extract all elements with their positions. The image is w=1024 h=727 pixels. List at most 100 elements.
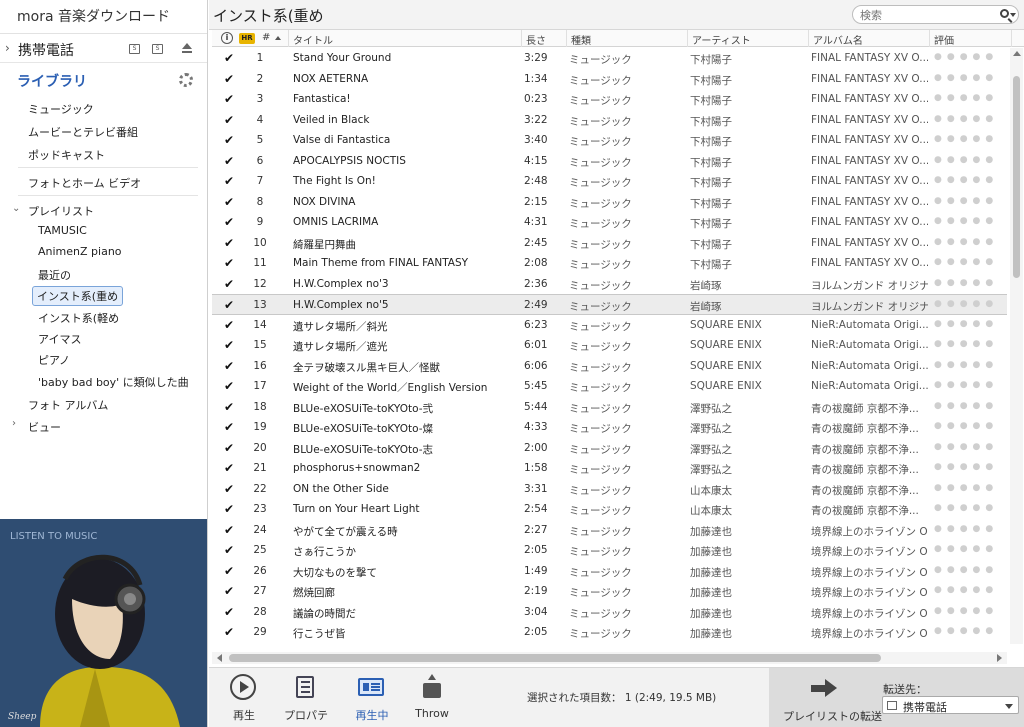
rating-stars[interactable]: ●●●●●	[934, 606, 1004, 616]
playlist-similar[interactable]: 'baby bad boy' に類似した曲	[38, 374, 189, 390]
table-row[interactable]: ✔ 11 Main Theme from FINAL FANTASY 2:08 ミュージ…	[212, 253, 1007, 274]
sync-icon[interactable]: S	[129, 44, 140, 54]
rating-stars[interactable]: ●●●●●	[934, 216, 1004, 226]
chevron-down-icon[interactable]	[1010, 13, 1016, 17]
scrollbar-thumb[interactable]	[1013, 76, 1020, 278]
rating-stars[interactable]: ●●●●●	[934, 421, 1004, 431]
table-row[interactable]: ✔ 1 Stand Your Ground 3:29 ミュージック 下村陽子 FINAL F…	[212, 48, 1007, 69]
rating-stars[interactable]: ●●●●●	[934, 585, 1004, 595]
rating-stars[interactable]: ●●●●●	[934, 544, 1004, 554]
table-row[interactable]: ✔ 18 BLUe-eXOSUiTe-toKYOto-弐 5:44 ミュージック 澤野弘之…	[212, 397, 1007, 418]
playlist-animenz-piano[interactable]: AnimenZ piano	[38, 245, 122, 258]
row-checkbox[interactable]: ✔	[224, 543, 234, 557]
table-row[interactable]: ✔ 29 行こうぜ皆 2:05 ミュージック 加藤達也 境界線上のホライゾン O... ●●●…	[212, 622, 1007, 643]
rating-stars[interactable]: ●●●●●	[934, 524, 1004, 534]
table-row[interactable]: ✔ 13 H.W.Complex no'5 2:49 ミュージック 岩崎琢 ヨルムンガンド …	[212, 294, 1007, 315]
row-checkbox[interactable]: ✔	[224, 420, 234, 434]
row-checkbox[interactable]: ✔	[224, 51, 234, 65]
row-checkbox[interactable]: ✔	[224, 277, 234, 291]
rating-stars[interactable]: ●●●●●	[934, 565, 1004, 575]
info-icon[interactable]: i	[221, 32, 233, 44]
rating-stars[interactable]: ●●●●●	[934, 442, 1004, 452]
table-row[interactable]: ✔ 23 Turn on Your Heart Light 2:54 ミュージック 山本康…	[212, 499, 1007, 520]
now-playing-button[interactable]: 再生中	[352, 668, 392, 727]
rating-stars[interactable]: ●●●●●	[934, 380, 1004, 390]
rating-stars[interactable]: ●●●●●	[934, 175, 1004, 185]
table-row[interactable]: ✔ 9 OMNIS LACRIMA 4:31 ミュージック 下村陽子 FINAL FANTA…	[212, 212, 1007, 233]
chevron-right-icon[interactable]: ›	[12, 418, 16, 429]
rating-stars[interactable]: ●●●●●	[934, 114, 1004, 124]
row-checkbox[interactable]: ✔	[224, 605, 234, 619]
hr-badge-icon[interactable]: HR	[239, 33, 255, 44]
rating-stars[interactable]: ●●●●●	[934, 339, 1004, 349]
table-row[interactable]: ✔ 17 Weight of the World／English Version 5:…	[212, 376, 1007, 397]
column-divider[interactable]	[808, 30, 809, 47]
column-divider[interactable]	[687, 30, 688, 47]
column-header-length[interactable]: 長さ	[526, 32, 546, 47]
eject-icon[interactable]	[182, 43, 192, 53]
row-checkbox[interactable]: ✔	[224, 400, 234, 414]
device-label[interactable]: 携帯電話	[18, 40, 74, 60]
rating-stars[interactable]: ●●●●●	[934, 462, 1004, 472]
rating-stars[interactable]: ●●●●●	[934, 483, 1004, 493]
play-button[interactable]: 再生	[223, 668, 265, 727]
chevron-down-icon[interactable]: ⌄	[12, 203, 20, 214]
rating-stars[interactable]: ●●●●●	[934, 503, 1004, 513]
column-header-rating[interactable]: 評価	[934, 32, 954, 47]
table-row[interactable]: ✔ 26 大切なものを撃て 1:49 ミュージック 加藤達也 境界線上のホライゾン O...…	[212, 561, 1007, 582]
table-row[interactable]: ✔ 21 phosphorus+snowman2 1:58 ミュージック 澤野弘之 青の祓魔…	[212, 458, 1007, 479]
rating-stars[interactable]: ●●●●●	[934, 237, 1004, 247]
row-checkbox[interactable]: ✔	[224, 133, 234, 147]
table-row[interactable]: ✔ 22 ON the Other Side 3:31 ミュージック 山本康太 青の祓魔師 …	[212, 479, 1007, 500]
row-checkbox[interactable]: ✔	[224, 174, 234, 188]
sidebar-item-view[interactable]: ビュー	[28, 419, 61, 435]
rating-stars[interactable]: ●●●●●	[934, 73, 1004, 83]
column-header-artist[interactable]: アーティスト	[692, 32, 751, 47]
column-header-album[interactable]: アルバム名	[813, 32, 863, 47]
table-row[interactable]: ✔ 15 遺サレタ場所／遮光 6:01 ミュージック SQUARE ENIX NieR:Au…	[212, 335, 1007, 356]
table-row[interactable]: ✔ 16 全テヲ破壊スル黒キ巨人／怪獣 6:06 ミュージック SQUARE ENIX Ni…	[212, 356, 1007, 377]
row-checkbox[interactable]: ✔	[224, 338, 234, 352]
sidebar-library[interactable]: ライブラリ	[0, 66, 207, 94]
transfer-playlist-button[interactable]: プレイリストの転送	[769, 668, 882, 727]
row-checkbox[interactable]: ✔	[224, 236, 234, 250]
sidebar-item-playlists[interactable]: プレイリスト	[28, 203, 94, 219]
table-row[interactable]: ✔ 25 さぁ行こうか 2:05 ミュージック 加藤達也 境界線上のホライゾン O... ●●…	[212, 540, 1007, 561]
table-row[interactable]: ✔ 10 綺羅星円舞曲 2:45 ミュージック 下村陽子 FINAL FANTASY XV …	[212, 233, 1007, 254]
column-header-title[interactable]: タイトル	[293, 32, 333, 47]
rating-stars[interactable]: ●●●●●	[934, 626, 1004, 636]
column-divider[interactable]	[566, 30, 567, 47]
rating-stars[interactable]: ●●●●●	[934, 360, 1004, 370]
row-checkbox[interactable]: ✔	[224, 92, 234, 106]
row-checkbox[interactable]: ✔	[224, 625, 234, 639]
sidebar-item-photo-video[interactable]: フォトとホーム ビデオ	[28, 175, 141, 191]
row-checkbox[interactable]: ✔	[224, 154, 234, 168]
table-row[interactable]: ✔ 3 Fantastica! 0:23 ミュージック 下村陽子 FINAL FANTASY…	[212, 89, 1007, 110]
scroll-right-icon[interactable]	[997, 654, 1002, 662]
playlist-inst-heavy[interactable]: インスト系(重め	[32, 286, 124, 306]
row-checkbox[interactable]: ✔	[224, 195, 234, 209]
table-row[interactable]: ✔ 27 燃焼回廊 2:19 ミュージック 加藤達也 境界線上のホライゾン O... ●●●●…	[212, 581, 1007, 602]
sidebar-item-photo-album[interactable]: フォト アルバム	[28, 397, 108, 413]
table-row[interactable]: ✔ 28 議論の時間だ 3:04 ミュージック 加藤達也 境界線上のホライゾン O... ●●…	[212, 602, 1007, 623]
playlist-tamusic[interactable]: TAMUSIC	[38, 224, 87, 237]
scroll-left-icon[interactable]	[217, 654, 222, 662]
column-header-genre[interactable]: 種類	[571, 32, 591, 47]
settings-icon[interactable]: S	[152, 44, 163, 54]
row-checkbox[interactable]: ✔	[224, 256, 234, 270]
scroll-up-icon[interactable]	[1013, 51, 1021, 56]
row-checkbox[interactable]: ✔	[224, 461, 234, 475]
search-icon[interactable]	[1000, 9, 1009, 18]
vertical-scrollbar[interactable]	[1010, 48, 1023, 644]
chevron-down-icon[interactable]	[1005, 704, 1013, 709]
rating-stars[interactable]: ●●●●●	[934, 52, 1004, 62]
table-row[interactable]: ✔ 4 Veiled in Black 3:22 ミュージック 下村陽子 FINAL FAN…	[212, 110, 1007, 131]
destination-select[interactable]: 携帯電話	[882, 696, 1019, 714]
playlist-inst-light[interactable]: インスト系(軽め	[38, 310, 119, 326]
library-label[interactable]: ライブラリ	[17, 71, 87, 91]
rating-stars[interactable]: ●●●●●	[934, 278, 1004, 288]
row-checkbox[interactable]: ✔	[224, 523, 234, 537]
table-row[interactable]: ✔ 20 BLUe-eXOSUiTe-toKYOto-志 2:00 ミュージック 澤野弘之…	[212, 438, 1007, 459]
album-artwork[interactable]: LISTEN TO MUSIC Sheep	[0, 519, 207, 727]
table-row[interactable]: ✔ 5 Valse di Fantastica 3:40 ミュージック 下村陽子 FINAL…	[212, 130, 1007, 151]
